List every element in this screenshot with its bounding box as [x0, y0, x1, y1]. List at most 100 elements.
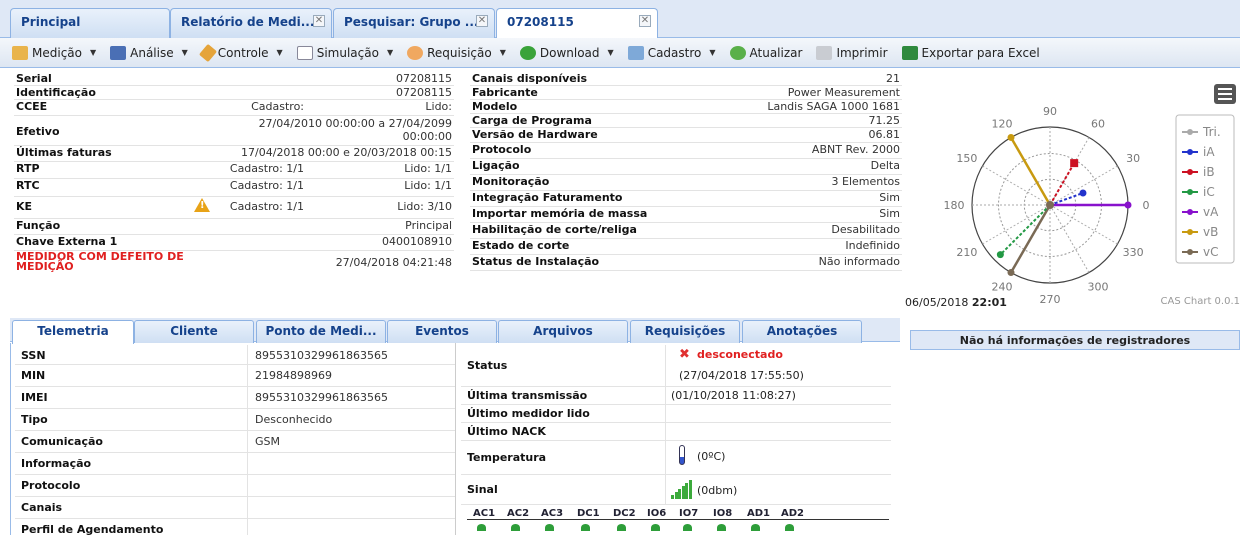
close-icon[interactable]: ✕: [313, 15, 325, 27]
download-menu[interactable]: Download ▼: [519, 45, 614, 60]
requisicao-menu[interactable]: Requisição ▼: [407, 45, 506, 60]
telemetry-row: SSN 8955310329961863565: [15, 345, 455, 365]
info-key: Versão de Hardware: [472, 128, 598, 141]
info-value: Sim: [879, 207, 900, 220]
close-icon[interactable]: ✕: [639, 15, 651, 27]
channel-label: AD1: [747, 508, 770, 519]
last-meter-row: Último medidor lido: [461, 405, 891, 423]
last-nack-row: Último NACK: [461, 423, 891, 441]
info-value: 71.25: [868, 114, 901, 127]
chevron-down-icon: ▼: [386, 48, 394, 57]
tab-cliente[interactable]: Cliente: [134, 320, 254, 343]
angle-tick-label: 180: [944, 199, 965, 212]
info-key: Integração Faturamento: [472, 191, 623, 204]
refresh-icon: [729, 45, 746, 60]
info-key: Serial: [16, 72, 52, 85]
satellite-icon: [407, 45, 424, 60]
download-icon: [519, 45, 536, 60]
imprimir-button[interactable]: Imprimir: [816, 45, 888, 60]
tab-requisi-es[interactable]: Requisições: [630, 320, 740, 343]
angle-tick-label: 120: [992, 118, 1013, 131]
cell-divider: [247, 453, 248, 474]
info-value: Landis SAGA 1000 1681: [767, 100, 900, 113]
phasor-chart: 90 60 30 0 330 300 270 240 210 180 150 120 Tri. iA iB i…: [905, 70, 1240, 310]
info-key: Ligação: [472, 159, 520, 172]
info-key: Status de Instalação: [472, 255, 600, 268]
info-value: 07208115: [396, 86, 452, 99]
channel-label: AC3: [541, 508, 564, 519]
info-value: Cadastro: 1/1: [229, 162, 304, 175]
menu-label: Análise: [130, 45, 174, 60]
exportar-excel-button[interactable]: Exportar para Excel: [901, 45, 1040, 60]
cadastro-menu[interactable]: Cadastro ▼: [627, 45, 716, 60]
legend-marker: [1187, 209, 1193, 215]
telemetry-key: Última transmissão: [467, 389, 588, 402]
info-key: Habilitação de corte/religa: [472, 223, 637, 236]
tab-pesquisar[interactable]: Pesquisar: Grupo ... ✕: [333, 8, 495, 38]
temperature-value: (0ºC): [697, 450, 726, 463]
info-row: Integração Faturamento Sim: [470, 191, 902, 207]
telemetry-key: Temperatura: [467, 451, 547, 464]
phasor-vB: [1009, 136, 1052, 206]
info-row: Efetivo 27/04/2010 00:00:00 a 27/04/2099 0…: [14, 116, 454, 146]
channel-status-icon: [617, 524, 626, 531]
legend-marker: [1187, 189, 1193, 195]
signal-bar: [688, 480, 692, 499]
status-date: (27/04/2018 17:55:50): [679, 369, 804, 382]
chevron-down-icon: ▼: [499, 48, 506, 57]
simulacao-menu[interactable]: Simulação ▼: [296, 45, 394, 60]
info-value: Principal: [405, 219, 452, 232]
info-key: RTC: [16, 179, 40, 192]
telemetry-key: Status: [467, 359, 508, 372]
telemetry-row: Perfil de Agendamento: [15, 519, 455, 535]
menu-label: Atualizar: [749, 45, 803, 60]
info-value: Power Measurement: [787, 86, 900, 99]
info-row: Fabricante Power Measurement: [470, 86, 902, 100]
telemetry-value: GSM: [255, 435, 280, 448]
info-row: Monitoração 3 Elementos: [470, 175, 902, 191]
tab-anota-es[interactable]: Anotações: [742, 320, 862, 343]
printer-icon: [816, 45, 833, 60]
info-value: 07208115: [396, 72, 452, 85]
menu-label: Cadastro: [647, 45, 702, 60]
tab-07208115[interactable]: 07208115 ✕: [496, 8, 658, 39]
angle-tick-label: 60: [1091, 118, 1105, 131]
cell-divider: [247, 365, 248, 386]
chart-timestamp: 06/05/2018 22:01: [905, 296, 1007, 309]
telemetry-row: Informação: [15, 453, 455, 475]
controle-menu[interactable]: Controle ▼: [198, 43, 283, 62]
channel-label: IO6: [647, 508, 667, 519]
cadastro-icon: [627, 45, 644, 60]
tab-principal[interactable]: Principal: [10, 8, 170, 38]
excel-icon: [901, 45, 918, 60]
info-row: Função Principal: [14, 219, 454, 235]
menu-icon[interactable]: [1214, 84, 1236, 104]
info-value: Cadastro: 1/1: [229, 179, 304, 192]
telemetry-row: Tipo Desconhecido: [15, 409, 455, 431]
channel-label: AC1: [473, 508, 496, 519]
cell-divider: [247, 519, 248, 535]
tab-ponto-de-medi-[interactable]: Ponto de Medi...: [256, 320, 386, 343]
phasor-marker-iB: [1070, 159, 1079, 168]
tab-telemetria[interactable]: Telemetria: [12, 320, 134, 344]
wrench-icon: [198, 43, 217, 62]
medicao-menu[interactable]: Medição ▼: [12, 45, 96, 60]
channel-status-icon: [751, 524, 760, 531]
info-row: Identificação 07208115: [14, 86, 454, 100]
channel-label: AD2: [781, 508, 804, 519]
analise-menu[interactable]: Análise ▼: [110, 45, 188, 60]
tab-eventos[interactable]: Eventos: [387, 320, 497, 343]
telemetry-row: Comunicação GSM: [15, 431, 455, 453]
telemetry-key: Último NACK: [467, 425, 546, 438]
info-row: Modelo Landis SAGA 1000 1681: [470, 100, 902, 114]
atualizar-button[interactable]: Atualizar: [729, 45, 803, 60]
status-row: Status ✖ desconectado (27/04/2018 17:55:50): [461, 345, 891, 387]
menu-label: Controle: [217, 45, 269, 60]
close-icon[interactable]: ✕: [476, 15, 488, 27]
cell-divider: [247, 345, 248, 364]
tab-relatorio[interactable]: Relatório de Medi... ✕: [170, 8, 332, 38]
telemetry-value: 8955310329961863565: [255, 391, 388, 404]
polar-spoke: [1049, 204, 1090, 273]
tab-arquivos[interactable]: Arquivos: [498, 320, 628, 343]
disconnected-icon: ✖: [679, 347, 690, 362]
